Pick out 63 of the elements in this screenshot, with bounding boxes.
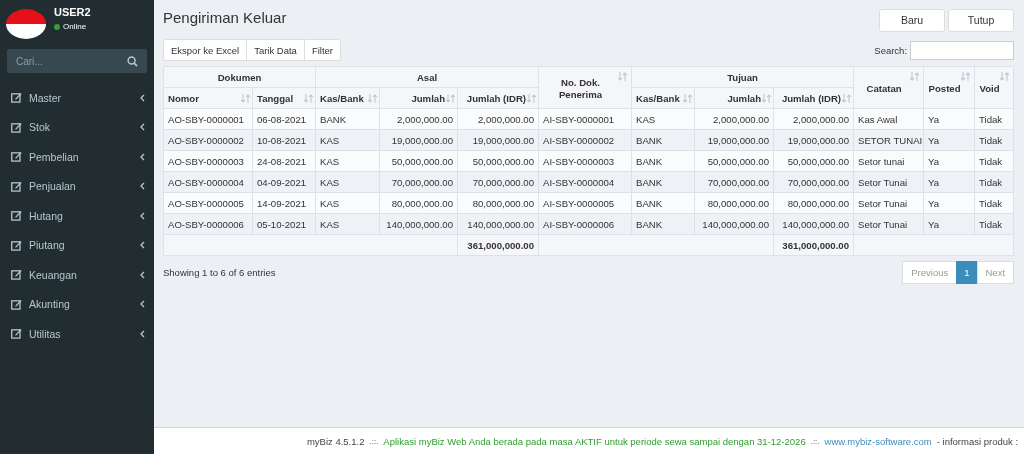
column-group-header: Dokumen [163,66,316,88]
edit-icon [11,328,22,340]
column-header[interactable]: Void [974,66,1014,109]
edit-icon [11,151,22,163]
license-text: Aplikasi myBiz Web Anda berada pada masa AKTIF untuk periode sewa sampai dengan 31-12-2026 [383,435,806,447]
table-cell: AO-SBY-0000001 [163,108,253,130]
chevron-left-icon [140,270,145,279]
column-group-header: Tujuan [631,66,854,88]
sidebar-menu-item[interactable]: Utilitas [0,319,154,349]
edit-icon [11,239,22,251]
chevron-left-icon [140,211,145,220]
sidebar-menu-item[interactable]: Stok [0,112,154,142]
table-cell: AO-SBY-0000006 [163,213,253,235]
column-header[interactable]: Nomor [163,87,253,109]
flag-avatar-icon [6,9,46,39]
online-status-icon [54,23,60,30]
sidebar-search-field[interactable]: Cari... [7,49,147,73]
sidebar-menu-item[interactable]: Pembelian [0,142,154,172]
user-status: Online [63,22,87,31]
sidebar-menu-item[interactable]: Keuangan [0,260,154,290]
chevron-left-icon [140,300,145,309]
user-name: USER2 [54,6,91,18]
column-header[interactable]: Posted [923,66,975,109]
entries-info: Showing 1 to 6 of 6 entries [163,267,276,278]
product-info-text: - informasi produk : [936,435,1019,447]
website-link[interactable]: www.mybiz-software.com [824,435,932,447]
edit-icon [11,210,22,222]
column-header[interactable]: Catatan [853,66,924,109]
toolbar-button[interactable]: Filter [303,39,341,61]
sidebar-menu-item[interactable]: Hutang [0,201,154,231]
table-cell: AO-SBY-0000005 [163,192,253,214]
edit-icon [11,298,22,310]
header-button[interactable]: Baru [879,8,946,32]
edit-icon [11,269,22,281]
toolbar-button[interactable]: Tarik Data [246,39,305,61]
edit-icon [11,180,22,192]
chevron-left-icon [140,329,145,338]
search-label: Search: [874,44,908,56]
header-button[interactable]: Tutup [948,8,1015,32]
sidebar-menu-item[interactable]: Piutang [0,230,154,260]
table-cell: AO-SBY-0000003 [163,150,253,172]
chevron-left-icon [140,93,145,102]
chevron-left-icon [140,182,145,191]
chevron-left-icon [140,241,145,250]
column-group-header: Asal [315,66,539,88]
sidebar-menu-item[interactable]: Penjualan [0,171,154,201]
separator-text: .::. [369,436,379,446]
search-field[interactable] [910,40,1015,60]
table-cell: AO-SBY-0000004 [163,171,253,193]
table-cell: AO-SBY-0000002 [163,129,253,151]
column-header[interactable]: No. Dok. Penerima [538,66,632,109]
edit-icon [11,121,22,133]
sidebar-menu-item[interactable]: Akunting [0,289,154,319]
page-title: Pengiriman Keluar [163,8,287,26]
chevron-left-icon [140,123,145,132]
edit-icon [11,92,22,104]
toolbar-button[interactable]: Ekspor ke Excel [163,39,248,61]
pagination-button[interactable]: 1 [956,261,978,284]
version-text: myBiz 4.5.1.2 [306,435,365,447]
sidebar-menu-item[interactable]: Master [0,83,154,113]
chevron-left-icon [140,152,145,161]
separator-text: .::. [810,436,820,446]
search-icon [127,56,138,67]
